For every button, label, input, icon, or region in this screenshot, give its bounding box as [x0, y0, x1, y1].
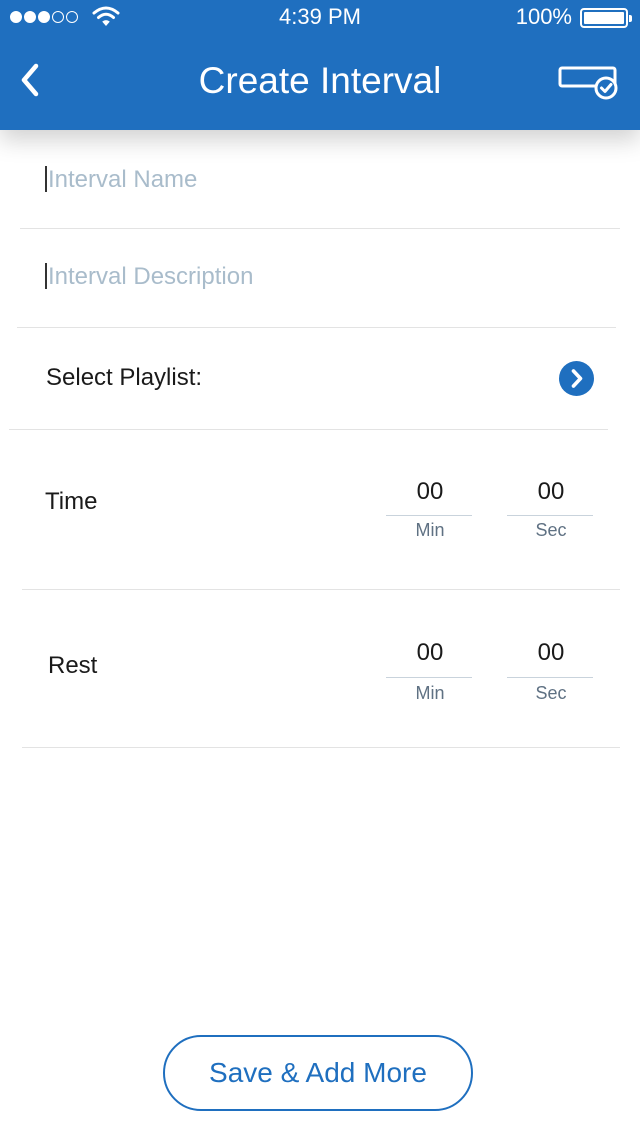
- interval-description-placeholder: Interval Description: [48, 263, 254, 290]
- chevron-right-icon: [571, 369, 583, 388]
- time-label: Time: [45, 488, 98, 515]
- text-cursor: [45, 263, 47, 289]
- divider: [17, 327, 616, 328]
- interval-description-input[interactable]: Interval Description: [45, 263, 253, 291]
- page-title: Create Interval: [198, 60, 442, 101]
- time-min-underline: [386, 515, 472, 516]
- rest-min-underline: [386, 677, 472, 678]
- time-sec-input[interactable]: 00: [508, 478, 594, 506]
- save-check-icon[interactable]: [556, 60, 622, 100]
- interval-name-placeholder: Interval Name: [48, 166, 198, 193]
- rest-label: Rest: [48, 652, 98, 679]
- app-header: 4:39 PM 100% Create Interval: [0, 0, 640, 130]
- divider: [9, 429, 608, 430]
- rest-min-input[interactable]: 00: [387, 639, 473, 667]
- battery-percentage: 100%: [515, 4, 572, 29]
- divider: [22, 589, 620, 590]
- battery-icon: [580, 8, 632, 28]
- select-playlist-label[interactable]: Select Playlist:: [46, 364, 202, 392]
- rest-sec-underline: [507, 677, 593, 678]
- time-min-input[interactable]: 00: [387, 478, 473, 506]
- interval-name-input[interactable]: Interval Name: [45, 166, 197, 194]
- rest-sec-input[interactable]: 00: [508, 639, 594, 667]
- status-bar: 4:39 PM 100%: [0, 0, 640, 34]
- time-min-label: Min: [415, 520, 445, 540]
- save-and-add-more-button[interactable]: Save & Add More: [163, 1035, 473, 1111]
- divider: [20, 228, 620, 229]
- rest-sec-label: Sec: [535, 683, 567, 703]
- rest-min-label: Min: [415, 683, 445, 703]
- time-sec-label: Sec: [535, 520, 567, 540]
- select-playlist-button[interactable]: [559, 361, 594, 396]
- text-cursor: [45, 166, 47, 192]
- divider: [22, 747, 620, 748]
- time-sec-underline: [507, 515, 593, 516]
